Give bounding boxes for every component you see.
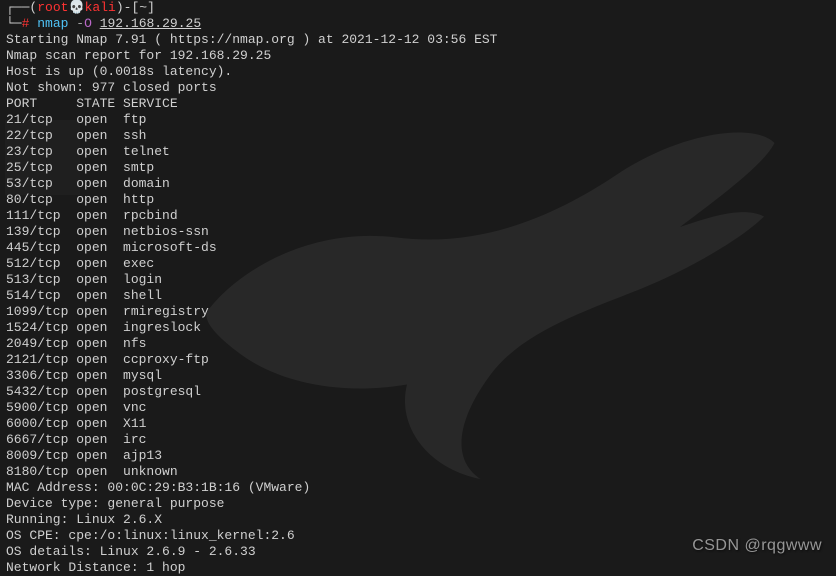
port-row: 1099/tcp open rmiregistry <box>6 304 830 320</box>
port-row: 5900/tcp open vnc <box>6 400 830 416</box>
output-device-type: Device type: general purpose <box>6 496 830 512</box>
port-row: 2121/tcp open ccproxy-ftp <box>6 352 830 368</box>
port-row: 6000/tcp open X11 <box>6 416 830 432</box>
command-flag-letter: O <box>84 16 92 31</box>
port-row: 6667/tcp open irc <box>6 432 830 448</box>
port-row: 23/tcp open telnet <box>6 144 830 160</box>
port-row: 21/tcp open ftp <box>6 112 830 128</box>
port-row: 25/tcp open smtp <box>6 160 830 176</box>
output-os-cpe: OS CPE: cpe:/o:linux:linux_kernel:2.6 <box>6 528 830 544</box>
port-row: 139/tcp open netbios-ssn <box>6 224 830 240</box>
port-row: 2049/tcp open nfs <box>6 336 830 352</box>
output-header: Starting Nmap 7.91 ( https://nmap.org ) … <box>6 32 830 48</box>
prompt-line-1: ┌──(root💀kali)-[~] <box>6 0 830 16</box>
port-row: 53/tcp open domain <box>6 176 830 192</box>
command-bin: nmap <box>37 16 68 31</box>
port-row: 22/tcp open ssh <box>6 128 830 144</box>
port-row: 445/tcp open microsoft-ds <box>6 240 830 256</box>
port-row: 514/tcp open shell <box>6 288 830 304</box>
output-scan-report: Nmap scan report for 192.168.29.25 <box>6 48 830 64</box>
output-mac: MAC Address: 00:0C:29:B3:1B:16 (VMware) <box>6 480 830 496</box>
skull-icon: 💀 <box>68 0 84 15</box>
prompt-host: kali <box>85 0 116 15</box>
prompt-symbol: # <box>22 16 30 31</box>
port-row: 512/tcp open exec <box>6 256 830 272</box>
output-os-details: OS details: Linux 2.6.9 - 2.6.33 <box>6 544 830 560</box>
port-row: 80/tcp open http <box>6 192 830 208</box>
output-distance: Network Distance: 1 hop <box>6 560 830 576</box>
port-row: 3306/tcp open mysql <box>6 368 830 384</box>
output-columns: PORT STATE SERVICE <box>6 96 830 112</box>
port-row: 8180/tcp open unknown <box>6 464 830 480</box>
output-not-shown: Not shown: 977 closed ports <box>6 80 830 96</box>
prompt-user: root <box>37 0 68 15</box>
port-row: 111/tcp open rpcbind <box>6 208 830 224</box>
command-target: 192.168.29.25 <box>100 16 201 31</box>
port-row: 8009/tcp open ajp13 <box>6 448 830 464</box>
port-row: 1524/tcp open ingreslock <box>6 320 830 336</box>
port-row: 513/tcp open login <box>6 272 830 288</box>
output-running: Running: Linux 2.6.X <box>6 512 830 528</box>
command-flag-dash: - <box>76 16 84 31</box>
port-row: 5432/tcp open postgresql <box>6 384 830 400</box>
command-line[interactable]: └─# nmap -O 192.168.29.25 <box>6 16 830 32</box>
output-host-status: Host is up (0.0018s latency). <box>6 64 830 80</box>
prompt-cwd: ~ <box>139 0 147 15</box>
